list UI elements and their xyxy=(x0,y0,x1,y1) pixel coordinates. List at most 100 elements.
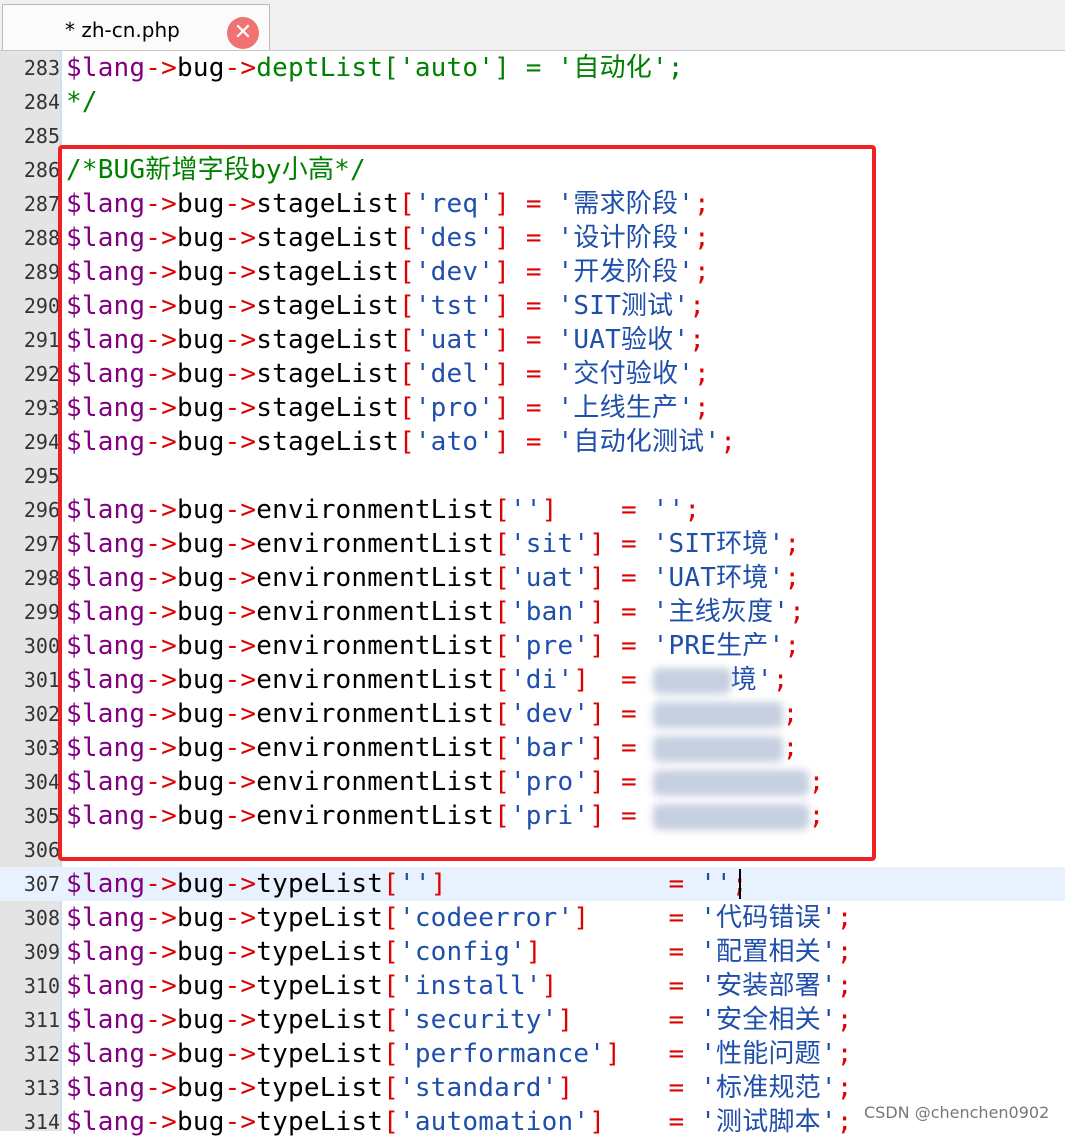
code-token: ] xyxy=(589,631,606,661)
code-token: -> xyxy=(224,971,257,1001)
code-token: [ xyxy=(494,563,510,593)
code-token: -> xyxy=(224,699,257,729)
code-token: -> xyxy=(145,869,177,899)
code-token: '交付验收' xyxy=(557,359,695,389)
code-token: -> xyxy=(145,903,177,933)
code-line-298[interactable]: 298 $lang->bug->environmentList['uat'] = … xyxy=(0,561,1065,595)
code-token: ] xyxy=(589,1107,606,1137)
code-token: ; xyxy=(782,733,799,763)
code-token: '需求阶段' xyxy=(557,189,695,219)
code-line-299[interactable]: 299 $lang->bug->environmentList['ban'] = … xyxy=(0,595,1065,629)
code-token: $lang xyxy=(66,971,146,1001)
code-line-304[interactable]: 304 $lang->bug->environmentList['pro'] = … xyxy=(0,765,1065,799)
code-token: = xyxy=(446,869,701,899)
code-token: '' xyxy=(509,495,542,525)
code-token: */ xyxy=(66,87,98,117)
code-token: -> xyxy=(224,427,257,457)
line-number: 301 xyxy=(23,668,60,692)
line-number: 291 xyxy=(23,328,60,352)
code-token: ; xyxy=(784,631,801,661)
code-token: $lang xyxy=(66,1005,146,1035)
code-line-303[interactable]: 303 $lang->bug->environmentList['bar'] = … xyxy=(0,731,1065,765)
code-token: bug xyxy=(177,937,225,967)
code-token: $lang xyxy=(66,189,146,219)
code-token: = xyxy=(557,971,701,1001)
close-icon[interactable]: ✕ xyxy=(227,17,259,49)
code-line-284[interactable]: 284 */ xyxy=(0,85,1065,119)
code-token: -> xyxy=(224,801,257,831)
line-number: 283 xyxy=(23,56,60,80)
code-token: ] xyxy=(573,903,590,933)
code-line-297[interactable]: 297 $lang->bug->environmentList['sit'] = … xyxy=(0,527,1065,561)
code-token: $lang xyxy=(66,801,146,831)
code-token: '' xyxy=(652,495,685,525)
line-number: 311 xyxy=(23,1008,60,1032)
code-line-306[interactable]: 306 xyxy=(0,833,1065,867)
code-token: $lang xyxy=(66,1107,146,1137)
code-line-309[interactable]: 309 $lang->bug->typeList['config'] = '配置相… xyxy=(0,935,1065,969)
code-token: = xyxy=(605,631,653,661)
code-token: = xyxy=(509,393,558,423)
code-token: 'SIT环境' xyxy=(652,529,785,559)
code-line-301[interactable]: 301 $lang->bug->environmentList['di'] = 境… xyxy=(0,663,1065,697)
code-token: environmentList xyxy=(256,563,495,593)
code-token: ; xyxy=(836,1107,853,1137)
code-token: typeList xyxy=(256,937,384,967)
code-line-308[interactable]: 308 $lang->bug->typeList['codeerror'] = '… xyxy=(0,901,1065,935)
code-token: ] xyxy=(494,359,510,389)
tab-zh-cn-php[interactable]: * zh-cn.php ✕ xyxy=(2,4,270,50)
code-line-291[interactable]: 291 $lang->bug->stageList['uat'] = 'UAT验收… xyxy=(0,323,1065,357)
code-line-312[interactable]: 312 $lang->bug->typeList['performance'] =… xyxy=(0,1037,1065,1071)
line-number: 289 xyxy=(23,260,60,284)
line-number: 300 xyxy=(23,634,60,658)
code-token: ; xyxy=(694,257,710,287)
code-line-294[interactable]: 294 $lang->bug->stageList['ato'] = '自动化测试… xyxy=(0,425,1065,459)
code-line-285[interactable]: 285 xyxy=(0,119,1065,153)
code-line-302[interactable]: 302 $lang->bug->environmentList['dev'] = … xyxy=(0,697,1065,731)
code-line-305[interactable]: 305 $lang->bug->environmentList['pri'] = … xyxy=(0,799,1065,833)
code-token: -> xyxy=(145,563,177,593)
code-line-286[interactable]: 286/*BUG新增字段by小高*/ xyxy=(0,153,1065,187)
code-token: 'pre' xyxy=(509,631,590,661)
code-token: 'sit' xyxy=(509,529,590,559)
code-line-310[interactable]: 310 $lang->bug->typeList['install'] = '安装… xyxy=(0,969,1065,1003)
code-text: $lang->bug->stageList['ato'] = '自动化测试'; xyxy=(66,425,736,459)
code-token: -> xyxy=(224,53,257,83)
code-token: [ xyxy=(383,1039,399,1069)
code-token: = xyxy=(589,903,701,933)
code-token: 'SIT测试' xyxy=(557,291,690,321)
code-token: 'standard' xyxy=(398,1073,558,1103)
code-token: typeList xyxy=(256,971,384,1001)
code-line-293[interactable]: 293 $lang->bug->stageList['pro'] = '上线生产'… xyxy=(0,391,1065,425)
code-token: stageList xyxy=(256,223,399,253)
code-text: $lang->bug->environmentList['uat'] = 'UA… xyxy=(66,561,800,595)
code-line-289[interactable]: 289 $lang->bug->stageList['dev'] = '开发阶段'… xyxy=(0,255,1065,289)
code-token: -> xyxy=(145,359,177,389)
code-line-313[interactable]: 313 $lang->bug->typeList['standard'] = '标… xyxy=(0,1071,1065,1105)
code-token: -> xyxy=(224,1073,257,1103)
code-token: [ xyxy=(398,189,415,219)
code-line-296[interactable]: 296 $lang->bug->environmentList[''] = ''; xyxy=(0,493,1065,527)
code-token: [ xyxy=(383,1073,399,1103)
code-line-290[interactable]: 290 $lang->bug->stageList['tst'] = 'SIT测试… xyxy=(0,289,1065,323)
code-token: bug xyxy=(177,189,225,219)
code-token: $lang xyxy=(66,495,146,525)
line-number: 306 xyxy=(23,838,60,862)
code-token: ; xyxy=(836,937,853,967)
code-token: 'UAT验收' xyxy=(557,325,690,355)
code-token: $lang xyxy=(66,699,146,729)
code-token: $lang xyxy=(66,291,146,321)
code-line-288[interactable]: 288 $lang->bug->stageList['des'] = '设计阶段'… xyxy=(0,221,1065,255)
code-line-300[interactable]: 300 $lang->bug->environmentList['pre'] = … xyxy=(0,629,1065,663)
code-line-295[interactable]: 295 xyxy=(0,459,1065,493)
code-token: ; xyxy=(694,359,710,389)
line-number: 299 xyxy=(23,600,60,624)
code-text: $lang->bug->typeList['config'] = '配置相关'; xyxy=(66,935,853,969)
code-line-287[interactable]: 287 $lang->bug->stageList['req'] = '需求阶段'… xyxy=(0,187,1065,221)
code-line-311[interactable]: 311 $lang->bug->typeList['security'] = '安… xyxy=(0,1003,1065,1037)
code-line-307[interactable]: 307$lang->bug->typeList[''] = ''; xyxy=(0,867,1065,901)
code-line-283[interactable]: 283 $lang->bug->deptList['auto'] = '自动化'; xyxy=(0,51,1065,85)
line-number: 312 xyxy=(23,1042,60,1066)
code-token: typeList xyxy=(256,869,384,899)
code-line-292[interactable]: 292 $lang->bug->stageList['del'] = '交付验收'… xyxy=(0,357,1065,391)
